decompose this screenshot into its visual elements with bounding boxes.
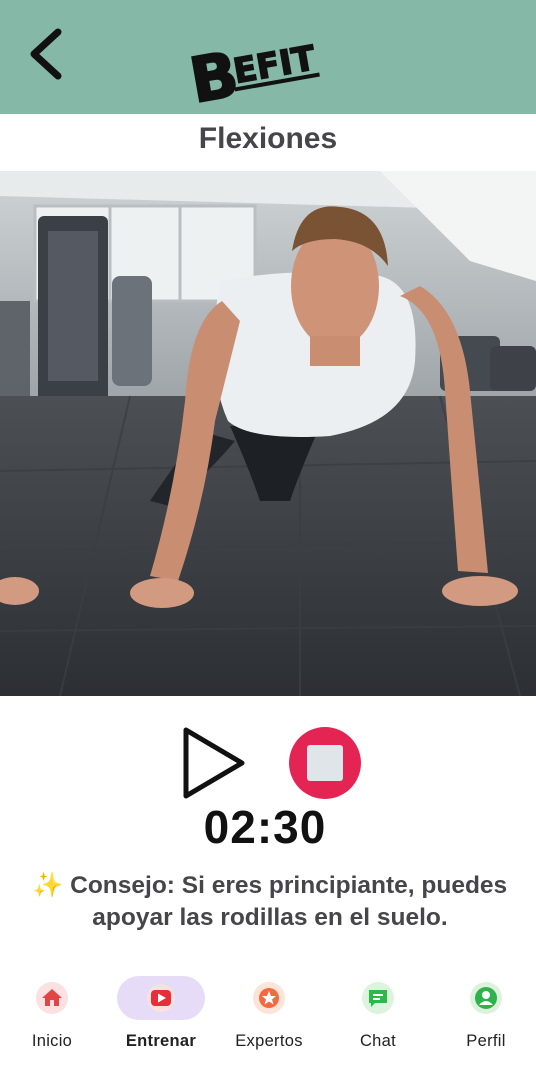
- nav-item-entrenar[interactable]: Entrenar: [113, 968, 209, 1058]
- pushup-video-frame: [0, 171, 536, 696]
- nav-item-chat[interactable]: Chat: [330, 968, 426, 1058]
- chevron-left-icon: [30, 28, 62, 80]
- tip-message: Consejo: Si eres principiante, puedes ap…: [70, 872, 508, 931]
- stop-icon: [307, 745, 343, 781]
- back-button[interactable]: [24, 26, 74, 82]
- play-icon: [183, 727, 245, 799]
- tip-text: ✨ Consejo: Si eres principiante, puedes …: [10, 870, 530, 934]
- play-button[interactable]: [178, 724, 250, 802]
- sparkles-icon: ✨: [32, 872, 64, 899]
- nav-item-inicio[interactable]: Inicio: [4, 968, 100, 1058]
- player-controls: [0, 724, 536, 804]
- stop-button[interactable]: [289, 727, 361, 799]
- play-video-icon: [147, 984, 175, 1012]
- home-icon: [36, 982, 68, 1014]
- nav-item-expertos[interactable]: Expertos: [221, 968, 317, 1058]
- befit-logo: B EFIT: [180, 12, 325, 118]
- star-icon: [253, 982, 285, 1014]
- nav-item-perfil[interactable]: Perfil: [438, 968, 534, 1058]
- chat-icon: [362, 982, 394, 1014]
- exercise-title: Flexiones: [198, 122, 338, 155]
- bottom-navigation: Inicio Entrenar Expertos Chat Perfil: [0, 968, 536, 1067]
- app-header: B EFIT: [0, 0, 536, 118]
- exercise-timer: 02:30: [203, 801, 327, 853]
- profile-icon: [470, 982, 502, 1014]
- exercise-video[interactable]: [0, 171, 536, 696]
